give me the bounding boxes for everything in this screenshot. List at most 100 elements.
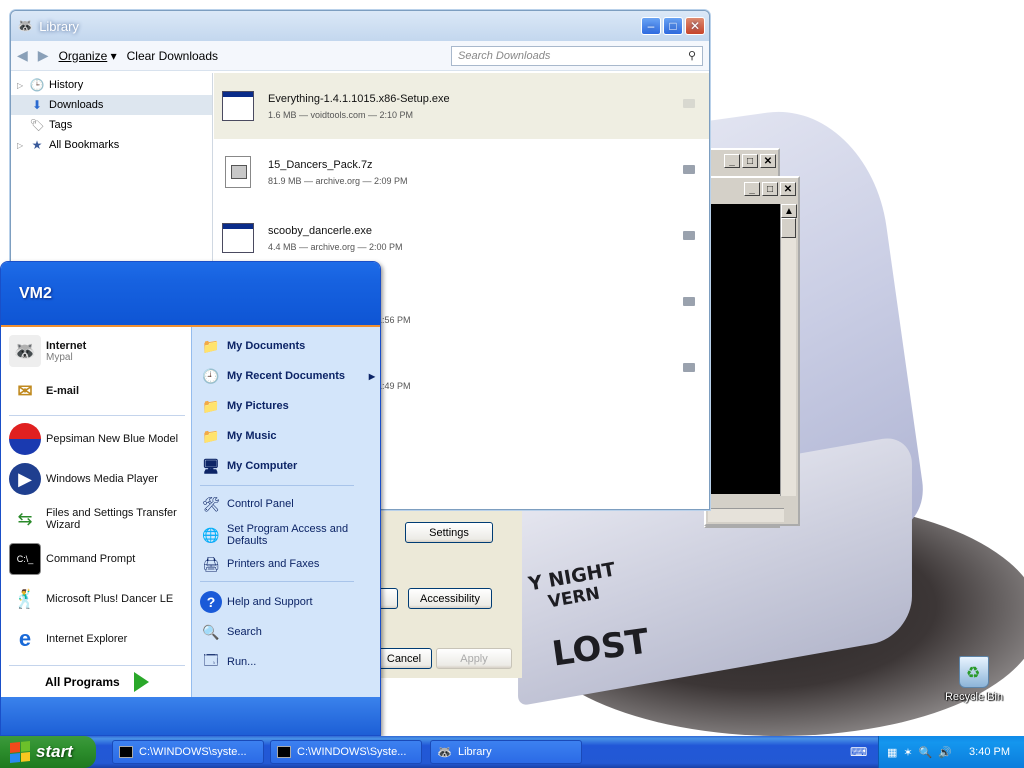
download-name: Everything-1.4.1.1015.x86-Setup.exe xyxy=(268,92,450,105)
maximize-button[interactable]: □ xyxy=(742,154,758,168)
program-label: Pepsiman New Blue Model xyxy=(46,433,179,445)
download-item[interactable]: 15_Dancers_Pack.7z 81.9 MB — archive.org … xyxy=(214,139,709,205)
search-tray-icon[interactable]: 🔍 xyxy=(919,746,933,759)
close-button[interactable]: ✕ xyxy=(780,182,796,196)
taskbar-button[interactable]: C:\WINDOWS\Syste... xyxy=(270,740,422,764)
organize-menu[interactable]: Organize ▾ xyxy=(59,49,117,63)
computer-icon: 🖥 xyxy=(202,457,220,474)
all-programs-button[interactable]: All Programs xyxy=(45,672,149,692)
horizontal-scrollbar[interactable] xyxy=(708,508,784,522)
start-menu-places: 📁 My Documents 🕘 My Recent Documents ▶ 📁 My … xyxy=(191,327,380,699)
taskbar: start C:\WINDOWS\syste... C:\WINDOWS\Sys… xyxy=(0,736,1024,768)
recent-documents-icon: 🕘 xyxy=(202,367,220,384)
control-panel-icon: 🛠 xyxy=(202,495,220,512)
organize-label: Organize xyxy=(58,48,108,63)
open-folder-icon[interactable] xyxy=(683,165,695,174)
search-downloads-input[interactable]: Search Downloads ⚲ xyxy=(451,45,703,66)
raccoon-app-icon: 🦝 xyxy=(17,18,34,33)
sidebar-item-label: Downloads xyxy=(49,99,104,111)
forward-arrow-icon[interactable]: ▶ xyxy=(38,47,49,64)
recent-program[interactable]: Pepsiman New Blue Model xyxy=(9,423,178,455)
expand-arrow-icon[interactable]: ▷ xyxy=(17,81,25,90)
pinned-email[interactable]: ✉ E-mail xyxy=(9,375,79,407)
maximize-button[interactable]: □ xyxy=(762,182,778,196)
search-icon: 🔍 xyxy=(202,623,220,640)
search-icon[interactable]: ⚲ xyxy=(688,49,696,62)
minimize-button[interactable]: – xyxy=(641,17,661,35)
start-button[interactable]: start xyxy=(0,736,96,768)
library-titlebar[interactable]: 🦝 Library – □ ✕ xyxy=(11,11,709,41)
scroll-thumb[interactable] xyxy=(781,218,796,238)
scroll-up-button[interactable]: ▲ xyxy=(781,204,797,218)
place-my-music[interactable]: 📁 My Music xyxy=(200,425,276,447)
window-controls: _ □ ✕ xyxy=(706,178,798,200)
maximize-button[interactable]: □ xyxy=(663,17,683,35)
back-arrow-icon[interactable]: ◀ xyxy=(17,47,28,64)
place-my-computer[interactable]: 🖥 My Computer xyxy=(200,455,297,477)
recent-program[interactable]: 🕺 Microsoft Plus! Dancer LE xyxy=(9,583,173,615)
open-folder-icon[interactable] xyxy=(683,99,695,108)
command-window[interactable]: _ □ ✕ ▲ xyxy=(704,176,800,526)
dancer-tray-icon[interactable]: ✶ xyxy=(903,746,912,759)
help-and-support[interactable]: ? Help and Support xyxy=(200,591,313,613)
taskbar-button[interactable]: C:\WINDOWS\syste... xyxy=(112,740,264,764)
download-item[interactable]: Everything-1.4.1.1015.x86-Setup.exe 1.6 M… xyxy=(214,73,709,139)
vertical-scrollbar[interactable]: ▲ xyxy=(780,204,797,496)
window-controls: – □ ✕ xyxy=(641,17,709,35)
system-program-access[interactable]: 🌐 Set Program Access and Defaults xyxy=(200,523,360,547)
search-item[interactable]: 🔍 Search xyxy=(200,621,262,643)
system-control-panel[interactable]: 🛠 Control Panel xyxy=(200,493,294,515)
system-printers[interactable]: 🖨 Printers and Faxes xyxy=(200,553,319,575)
sidebar-item-label: Tags xyxy=(49,119,73,131)
cancel-button[interactable]: Cancel xyxy=(376,648,432,669)
windows-logo-icon xyxy=(10,740,30,764)
keyboard-icon[interactable]: ⌨ xyxy=(850,745,867,759)
console-area[interactable] xyxy=(708,204,782,494)
download-name: 15_Dancers_Pack.7z xyxy=(268,158,373,171)
recent-program[interactable]: C:\_ Command Prompt xyxy=(9,543,135,575)
taskbar-button[interactable]: 🦝 Library xyxy=(430,740,582,764)
clear-downloads-button[interactable]: Clear Downloads xyxy=(127,49,218,63)
open-folder-icon[interactable] xyxy=(683,231,695,240)
system-label: Set Program Access and Defaults xyxy=(227,523,349,547)
separator xyxy=(9,415,185,416)
close-button[interactable]: ✕ xyxy=(685,17,705,35)
network-icon[interactable]: ▦ xyxy=(887,746,897,759)
help-label: Run... xyxy=(227,656,257,668)
help-label: Search xyxy=(227,626,262,638)
volume-icon[interactable]: 🔊 xyxy=(938,746,952,759)
close-button[interactable]: ✕ xyxy=(760,154,776,168)
apply-button[interactable]: Apply xyxy=(436,648,512,669)
taskbar-button-label: Library xyxy=(457,746,492,758)
window-title: Library xyxy=(39,18,79,34)
settings-button[interactable]: Settings xyxy=(405,522,493,543)
minimize-button[interactable]: _ xyxy=(744,182,760,196)
place-my-recent-documents[interactable]: 🕘 My Recent Documents ▶ xyxy=(200,365,375,387)
sidebar-item-downloads[interactable]: ⬇ Downloads xyxy=(11,95,212,115)
minimize-button[interactable]: _ xyxy=(724,154,740,168)
clock: 3:40 PM xyxy=(969,746,1010,758)
open-folder-icon[interactable] xyxy=(683,297,695,306)
pinned-internet[interactable]: 🦝 Internet Mypal xyxy=(9,335,86,367)
program-label: Files and Settings Transfer Wizard xyxy=(46,507,177,531)
expand-arrow-icon[interactable]: ▷ xyxy=(17,141,25,150)
search-placeholder: Search Downloads xyxy=(458,49,551,62)
run-item[interactable]: 🗔 Run... xyxy=(200,651,256,673)
accessibility-button[interactable]: Accessibility xyxy=(408,588,492,609)
internet-explorer-icon: e xyxy=(18,626,32,651)
place-my-documents[interactable]: 📁 My Documents xyxy=(200,335,305,357)
place-label: My Computer xyxy=(227,460,298,472)
place-my-pictures[interactable]: 📁 My Pictures xyxy=(200,395,289,417)
open-folder-icon[interactable] xyxy=(683,363,695,372)
sidebar-item-tags[interactable]: 🏷 Tags xyxy=(11,115,212,135)
recent-program[interactable]: ▶ Windows Media Player xyxy=(9,463,158,495)
recent-program[interactable]: e Internet Explorer xyxy=(9,623,127,655)
recycle-bin-shortcut[interactable]: Recycle Bin xyxy=(944,656,1004,703)
place-label: My Pictures xyxy=(227,400,289,412)
folder-icon: 📁 xyxy=(202,337,220,354)
raccoon-browser-icon: 🦝 xyxy=(9,335,41,367)
tag-icon: 🏷 xyxy=(29,118,45,132)
sidebar-item-all-bookmarks[interactable]: ▷ ★ All Bookmarks xyxy=(11,135,212,155)
sidebar-item-history[interactable]: ▷ 🕒 History xyxy=(11,75,212,95)
recent-program[interactable]: ⇆ Files and Settings Transfer Wizard xyxy=(9,503,191,535)
